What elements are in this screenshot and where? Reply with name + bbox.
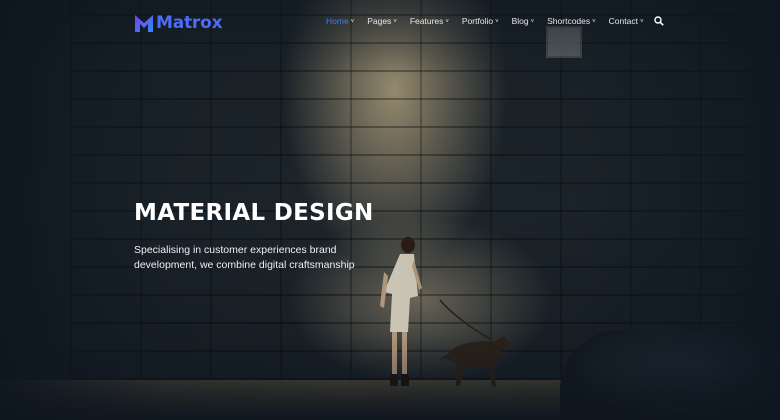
chevron-down-icon: ˅ bbox=[350, 18, 355, 25]
chevron-down-icon: ˅ bbox=[393, 18, 397, 25]
nav-item-pages[interactable]: Pages ˅ bbox=[367, 16, 397, 26]
site-header: Matrox Home ˅ Pages ˅ Features ˅ Portfol… bbox=[0, 0, 780, 44]
nav-item-shortcodes[interactable]: Shortcodes ˅ bbox=[547, 16, 596, 26]
nav-label: Shortcodes bbox=[547, 16, 591, 26]
chevron-down-icon: ˅ bbox=[639, 18, 644, 25]
nav-label: Blog bbox=[511, 16, 529, 26]
nav-item-contact[interactable]: Contact ˅ bbox=[609, 16, 644, 26]
chevron-down-icon: ˅ bbox=[530, 18, 535, 25]
nav-item-portfolio[interactable]: Portfolio ˅ bbox=[462, 16, 499, 26]
hero-headline: MATERIAL DESIGN bbox=[134, 200, 374, 226]
logo-m-icon bbox=[135, 15, 153, 32]
nav-label: Portfolio bbox=[461, 16, 494, 26]
nav-label: Home bbox=[326, 16, 349, 26]
chevron-down-icon: ˅ bbox=[445, 18, 449, 25]
chevron-down-icon: ˅ bbox=[592, 18, 596, 25]
nav-label: Contact bbox=[608, 16, 638, 26]
nav-item-home[interactable]: Home ˅ bbox=[326, 16, 354, 26]
hero-subtext: Specialising in customer experiences bra… bbox=[134, 244, 355, 271]
chevron-down-icon: ˅ bbox=[495, 18, 499, 25]
nav-item-features[interactable]: Features ˅ bbox=[410, 16, 449, 26]
logo[interactable]: Matrox bbox=[135, 12, 223, 34]
nav-label: Features bbox=[409, 16, 444, 26]
main-nav: Home ˅ Pages ˅ Features ˅ Portfolio ˅ Bl… bbox=[326, 16, 665, 26]
search-icon[interactable] bbox=[654, 16, 665, 26]
vignette-overlay bbox=[0, 0, 780, 420]
hero-background bbox=[0, 0, 780, 420]
nav-label: Pages bbox=[367, 16, 392, 26]
logo-text: Matrox bbox=[156, 13, 223, 33]
nav-item-blog[interactable]: Blog ˅ bbox=[512, 16, 535, 26]
